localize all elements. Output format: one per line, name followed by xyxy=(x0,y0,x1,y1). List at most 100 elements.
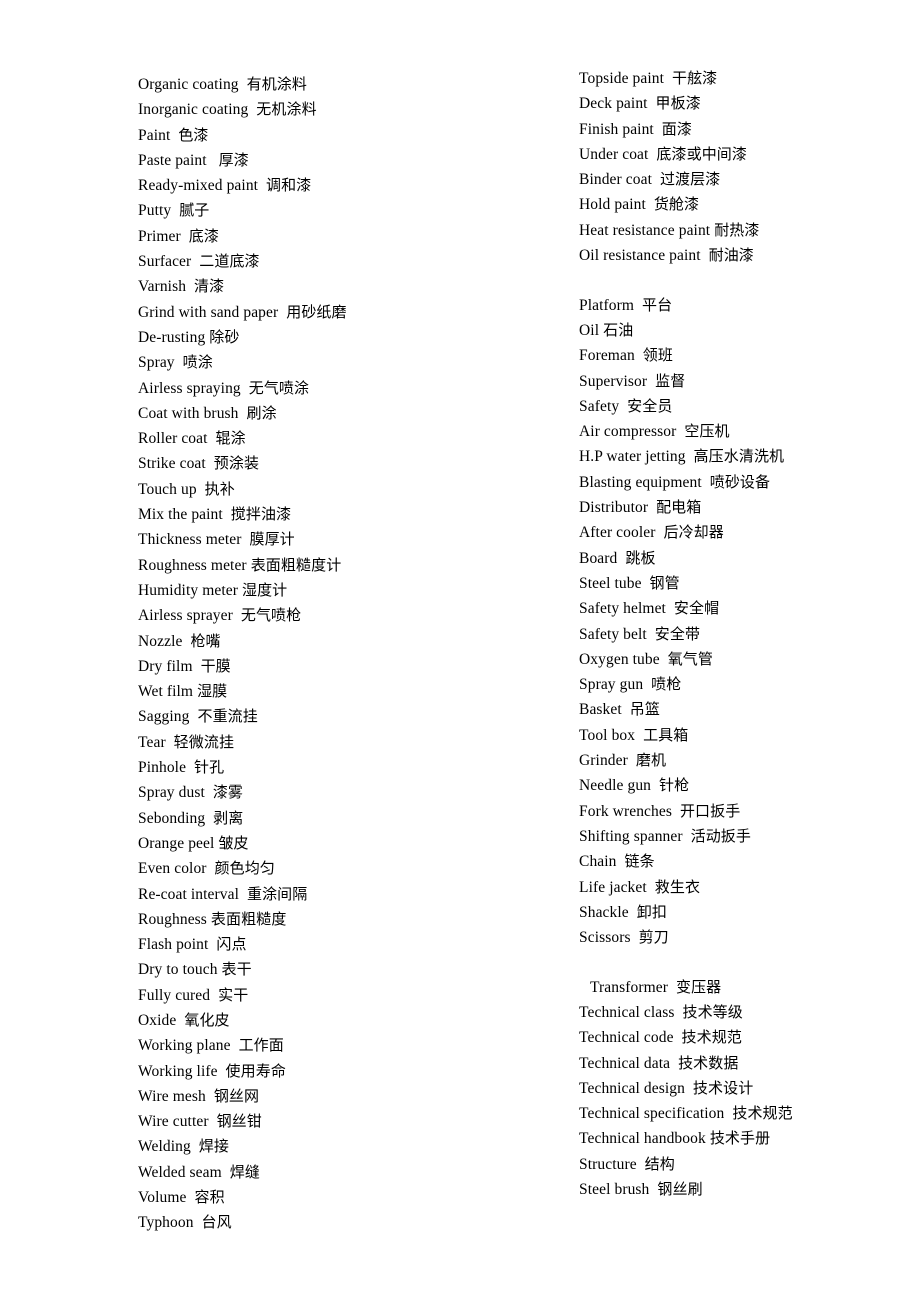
glossary-entry: Chain 链条 xyxy=(579,849,909,874)
term-chinese: 容积 xyxy=(194,1188,225,1207)
term-english: Oxide xyxy=(138,1011,177,1029)
term-chinese: 领班 xyxy=(642,346,673,365)
glossary-entry: Spray dust 漆雾 xyxy=(138,780,538,805)
term-english: Pinhole xyxy=(138,759,187,777)
term-separator xyxy=(670,1055,678,1072)
term-english: Surfacer xyxy=(138,253,192,271)
glossary-entry: Blasting equipment 喷砂设备 xyxy=(579,470,909,495)
right-column: Topside paint 干舷漆 Deck paint 甲板漆 Finish pa… xyxy=(579,66,909,1202)
term-chinese: 辊涂 xyxy=(215,429,246,448)
term-english: Wire cutter xyxy=(138,1113,209,1131)
glossary-entry: Technical specification 技术规范 xyxy=(579,1101,909,1126)
term-chinese: 技术等级 xyxy=(682,1002,743,1021)
term-chinese: 技术规范 xyxy=(732,1104,793,1123)
term-chinese: 剪刀 xyxy=(638,928,669,947)
term-chinese: 枪嘴 xyxy=(190,631,221,650)
term-chinese: 甲板漆 xyxy=(655,94,701,113)
glossary-entry: Distributor 配电箱 xyxy=(579,495,909,520)
term-chinese: 安全员 xyxy=(627,396,673,415)
term-english: Welding xyxy=(138,1138,191,1156)
term-chinese: 钢丝刷 xyxy=(657,1180,703,1199)
term-english: Typhoon xyxy=(138,1214,194,1232)
term-english: Life jacket xyxy=(579,878,647,896)
term-chinese: 颜色均匀 xyxy=(214,859,275,878)
term-english: H.P water jetting xyxy=(579,448,686,466)
glossary-entry: Volume 容积 xyxy=(138,1185,538,1210)
term-separator xyxy=(622,701,630,718)
term-separator xyxy=(648,499,656,516)
glossary-entry: Foreman 领班 xyxy=(579,343,909,368)
term-separator xyxy=(223,506,231,523)
term-english: Ready-mixed paint xyxy=(138,177,259,195)
term-english: Oil resistance paint xyxy=(579,247,701,265)
term-separator xyxy=(686,448,694,465)
term-chinese: 除砂 xyxy=(209,327,240,346)
glossary-entry: Life jacket 救生衣 xyxy=(579,875,909,900)
term-chinese: 腻子 xyxy=(179,201,210,220)
glossary-entry: Working plane 工作面 xyxy=(138,1033,538,1058)
glossary-entry: Technical handbook 技术手册 xyxy=(579,1126,909,1151)
glossary-entry: Roller coat 辊涂 xyxy=(138,426,538,451)
term-separator xyxy=(647,626,655,643)
term-english: Supervisor xyxy=(579,372,648,390)
glossary-entry: De-rusting 除砂 xyxy=(138,325,538,350)
glossary-entry: Pinhole 针孔 xyxy=(138,755,538,780)
glossary-entry: Technical code 技术规范 xyxy=(579,1025,909,1050)
term-chinese: 卸扣 xyxy=(636,902,667,921)
term-chinese: 石油 xyxy=(603,320,634,339)
term-english: Roughness meter xyxy=(138,556,247,574)
glossary-entry: Safety 安全员 xyxy=(579,394,909,419)
term-separator xyxy=(175,354,183,371)
term-chinese: 工作面 xyxy=(238,1036,284,1055)
term-separator xyxy=(187,1189,195,1206)
term-english: Even color xyxy=(138,860,207,878)
term-chinese: 清漆 xyxy=(194,277,225,296)
term-chinese: 实干 xyxy=(218,985,249,1004)
term-chinese: 膜厚计 xyxy=(249,530,295,549)
term-separator xyxy=(191,1138,199,1155)
term-chinese: 配电箱 xyxy=(656,498,702,517)
glossary-entry: Finish paint 面漆 xyxy=(579,117,909,142)
glossary-entry: Steel tube 钢管 xyxy=(579,571,909,596)
glossary-entry: Supervisor 监督 xyxy=(579,369,909,394)
term-chinese: 有机涂料 xyxy=(246,75,307,93)
term-english: Safety helmet xyxy=(579,600,666,618)
term-english: Roughness xyxy=(138,910,207,928)
term-chinese: 搅拌油漆 xyxy=(230,505,292,524)
term-english: Technical design xyxy=(579,1079,685,1097)
term-english: Air compressor xyxy=(579,423,677,441)
glossary-entry: Tool box 工具箱 xyxy=(579,723,909,748)
term-english: Nozzle xyxy=(138,632,183,650)
term-english: Steel brush xyxy=(579,1181,650,1199)
term-english: Tool box xyxy=(579,726,636,744)
glossary-entry: Welding 焊接 xyxy=(138,1134,538,1159)
term-english: Tear xyxy=(138,733,166,751)
term-chinese: 钢丝网 xyxy=(213,1086,260,1105)
term-chinese: 钢丝钳 xyxy=(216,1112,262,1131)
term-english: Humidity meter xyxy=(138,581,238,599)
glossary-entry: Scissors 剪刀 xyxy=(579,925,909,950)
term-chinese: 漆雾 xyxy=(212,783,244,802)
term-chinese: 救生衣 xyxy=(654,877,701,896)
term-chinese: 过渡层漆 xyxy=(659,170,721,189)
term-separator xyxy=(702,474,710,491)
term-english: Oxygen tube xyxy=(579,650,660,668)
term-chinese: 不重流挂 xyxy=(197,707,258,726)
glossary-entry: Coat with brush 刷涂 xyxy=(138,401,538,426)
term-english: Volume xyxy=(138,1189,187,1207)
term-separator xyxy=(647,879,655,896)
term-chinese: 无气喷枪 xyxy=(240,606,302,625)
term-chinese: 技术规范 xyxy=(681,1028,742,1047)
glossary-entry: Orange peel 皱皮 xyxy=(138,831,538,856)
term-chinese: 重涂间隔 xyxy=(246,884,308,903)
glossary-entry: Ready-mixed paint 调和漆 xyxy=(138,173,538,198)
term-chinese: 焊接 xyxy=(198,1137,229,1156)
term-separator xyxy=(683,828,691,845)
term-english: Hold paint xyxy=(579,196,646,214)
term-english: Transformer xyxy=(590,978,669,996)
term-chinese: 湿度计 xyxy=(241,580,288,599)
term-chinese: 剥离 xyxy=(213,808,244,827)
term-separator xyxy=(631,929,639,946)
term-separator xyxy=(619,398,627,415)
term-separator xyxy=(637,1156,645,1173)
